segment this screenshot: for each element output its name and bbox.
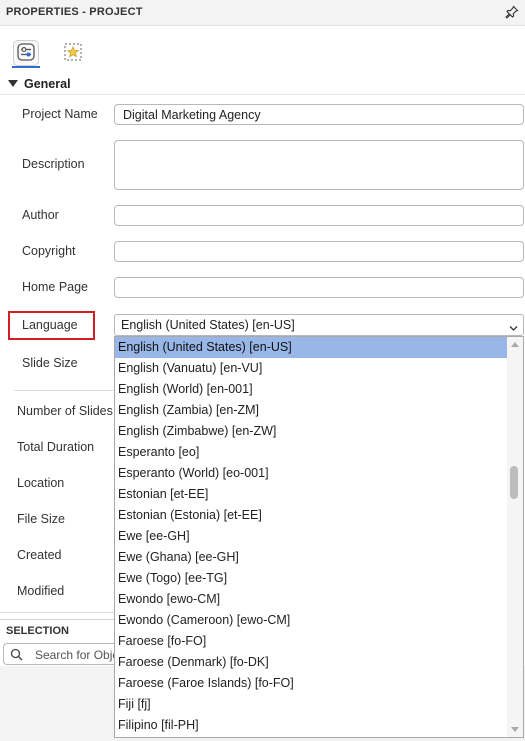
pin-icon[interactable]	[505, 5, 519, 19]
section-divider	[14, 390, 114, 391]
language-option[interactable]: Ewondo (Cameroon) [ewo-CM]	[115, 610, 508, 631]
author-label: Author	[22, 208, 59, 222]
home-page-input[interactable]	[114, 277, 524, 298]
language-option[interactable]: English (United States) [en-US]	[115, 337, 508, 358]
section-title: General	[24, 77, 71, 91]
language-option[interactable]: Esperanto (World) [eo-001]	[115, 463, 508, 484]
language-option[interactable]: Estonian (Estonia) [et-EE]	[115, 505, 508, 526]
language-option[interactable]: Ewe [ee-GH]	[115, 526, 508, 547]
collapse-arrow-icon	[8, 80, 18, 87]
active-tab-indicator	[12, 66, 40, 68]
copyright-input[interactable]	[114, 241, 524, 262]
sliders-icon	[16, 42, 36, 65]
language-option[interactable]: English (Zambia) [en-ZM]	[115, 400, 508, 421]
language-option[interactable]: Ewondo [ewo-CM]	[115, 589, 508, 610]
language-option[interactable]: Faroese [fo-FO]	[115, 631, 508, 652]
scroll-up-icon[interactable]	[511, 342, 519, 347]
language-option[interactable]: Faroese (Denmark) [fo-DK]	[115, 652, 508, 673]
chevron-down-icon	[509, 322, 518, 331]
selection-title: SELECTION	[6, 625, 69, 637]
total-duration-label: Total Duration	[17, 440, 95, 454]
language-option[interactable]: Estonian [et-EE]	[115, 484, 508, 505]
language-option[interactable]: English (Zimbabwe) [en-ZW]	[115, 421, 508, 442]
language-option[interactable]: Esperanto [eo]	[115, 442, 508, 463]
language-select[interactable]: English (United States) [en-US]	[114, 314, 524, 336]
language-label: Language	[22, 318, 78, 332]
slide-size-label: Slide Size	[22, 356, 78, 370]
modified-label: Modified	[17, 584, 65, 598]
language-options: English (United States) [en-US] English (…	[115, 337, 508, 736]
language-option[interactable]: Faroese (Faroe Islands) [fo-FO]	[115, 673, 508, 694]
language-option[interactable]: Ewe (Ghana) [ee-GH]	[115, 547, 508, 568]
panel-header: PROPERTIES - PROJECT	[0, 0, 525, 26]
author-input[interactable]	[114, 205, 524, 226]
home-page-label: Home Page	[22, 280, 89, 294]
search-icon	[10, 648, 23, 661]
panel-title: PROPERTIES - PROJECT	[6, 6, 143, 18]
language-option[interactable]: Ewe (Togo) [ee-TG]	[115, 568, 508, 589]
search-objects-input[interactable]: Search for Obje	[3, 643, 114, 665]
scrollbar-thumb[interactable]	[510, 466, 518, 499]
file-size-label: File Size	[17, 512, 65, 526]
star-frame-icon	[62, 41, 84, 66]
language-dropdown-list[interactable]: English (United States) [en-US] English (…	[114, 336, 524, 738]
scroll-down-icon[interactable]	[511, 727, 519, 732]
search-placeholder: Search for Obje	[35, 648, 114, 662]
created-label: Created	[17, 548, 62, 562]
style-tab[interactable]	[60, 40, 86, 66]
selection-panel-header: SELECTION	[0, 619, 114, 641]
copyright-label: Copyright	[22, 244, 76, 258]
properties-tab[interactable]	[13, 40, 39, 66]
dropdown-scrollbar[interactable]	[507, 337, 523, 737]
number-of-slides-label: Number of Slides	[17, 404, 113, 418]
language-option[interactable]: Filipino [fil-PH]	[115, 715, 508, 736]
language-option[interactable]: English (Vanuatu) [en-VU]	[115, 358, 508, 379]
language-option[interactable]: Fiji [fj]	[115, 694, 508, 715]
section-divider-bottom	[0, 612, 114, 613]
description-input[interactable]	[114, 140, 524, 190]
project-name-input[interactable]: Digital Marketing Agency	[114, 104, 524, 125]
language-option[interactable]: English (World) [en-001]	[115, 379, 508, 400]
project-name-label: Project Name	[22, 107, 98, 121]
language-select-value: English (United States) [en-US]	[121, 318, 295, 332]
panel-tabs	[0, 26, 525, 72]
general-section-header[interactable]: General	[0, 73, 525, 95]
description-label: Description	[22, 157, 85, 171]
location-label: Location	[17, 476, 65, 490]
